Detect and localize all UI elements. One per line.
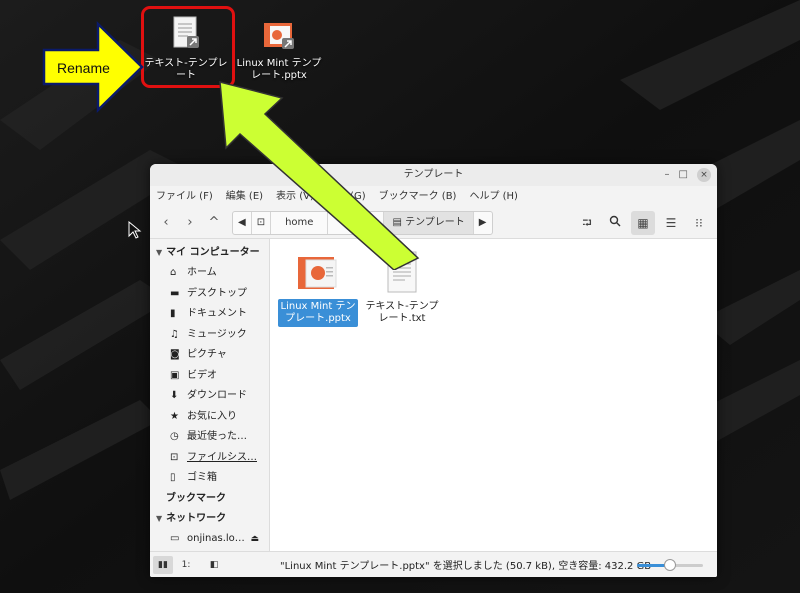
clock-icon: ◷ [170, 431, 179, 442]
sidebar-item-favorites[interactable]: ★ お気に入り [150, 407, 269, 428]
zoom-slider[interactable] [637, 559, 703, 571]
back-button[interactable]: ‹ [154, 211, 178, 235]
menu-help[interactable]: ヘルプ (H) [469, 186, 518, 208]
sidebar-item-label: ピクチャ [187, 349, 227, 360]
sidebar-item-downloads[interactable]: ⬇ ダウンロード [150, 386, 269, 407]
presentation-link-icon [264, 23, 294, 49]
status-text: "Linux Mint テンプレート.pptx" を選択しました (50.7 k… [280, 561, 652, 572]
sidebar-item-label: お気に入り [187, 410, 237, 422]
sidebar-item-filesystem[interactable]: ⊡ ファイルシス… [150, 448, 269, 469]
sidebar-item-music[interactable]: ♫ ミュージック [150, 325, 269, 346]
status-bar: ▮▮ 1: ◧ "Linux Mint テンプレート.pptx" を選択しました… [150, 551, 717, 577]
green-pointer-arrow [219, 81, 420, 270]
sidebar-header-label: ネットワーク [166, 512, 227, 524]
sidebar-item-pictures[interactable]: ◙ ピクチャ [150, 345, 269, 366]
file-name: テキスト-テンプレート.txt [365, 301, 439, 324]
breadcrumb-next-button[interactable]: ▶ [474, 212, 492, 234]
sidebar-item-trash[interactable]: ▯ ゴミ箱 [150, 468, 269, 489]
search-button[interactable] [603, 211, 627, 235]
sidebar-item-label: ファイルシス… [187, 451, 257, 463]
file-name: Linux Mint テンプレート.pptx [278, 299, 358, 327]
eject-icon[interactable]: ⏏ [250, 529, 259, 550]
sidebar-header-label: ブックマーク [166, 492, 226, 504]
close-button[interactable]: × [697, 168, 711, 182]
search-icon [609, 215, 621, 227]
show-tree-button[interactable]: 1: [176, 556, 196, 574]
icon-view-button[interactable]: ▦ [631, 211, 655, 235]
sidebar-item-label: ミュージック [187, 328, 247, 340]
forward-button[interactable]: › [178, 211, 202, 235]
menu-file[interactable]: ファイル (F) [156, 186, 213, 208]
sidebar-item-label: 最近使った… [187, 431, 247, 442]
download-icon: ⬇ [170, 390, 179, 401]
open-terminal-button[interactable]: ⮒ [575, 211, 599, 235]
toggle-sidebar-button[interactable]: ◧ [204, 556, 224, 574]
mouse-cursor [128, 221, 142, 239]
sidebar-item-desktop[interactable]: ▬ デスクトップ [150, 284, 269, 305]
sidebar-item-label: デスクトップ [187, 287, 247, 299]
sidebar-section-network[interactable]: ▼ ネットワーク [150, 509, 269, 529]
drive-icon: ⊡ [170, 451, 179, 463]
file-view[interactable]: Linux Mint テンプレート.pptx テキスト-テンプレート.txt [270, 239, 717, 551]
desktop-icon: ▬ [170, 287, 180, 299]
camera-icon: ◙ [170, 349, 180, 360]
show-places-button[interactable]: ▮▮ [153, 555, 173, 574]
sidebar-item-label: ゴミ箱 [187, 472, 217, 483]
maximize-button[interactable]: □ [679, 164, 688, 186]
trash-icon: ▯ [170, 472, 176, 483]
sidebar-item-label: ダウンロード [187, 390, 247, 401]
sidebar-item-network-share[interactable]: ▭ onjinas.lo… ⏏ [150, 529, 269, 550]
compact-view-button[interactable]: ⁝⁝ [687, 211, 711, 235]
sidebar-item-videos[interactable]: ▣ ビデオ [150, 366, 269, 387]
sidebar-section-bookmarks[interactable]: ブックマーク [150, 489, 269, 509]
zoom-slider-knob[interactable] [664, 559, 676, 571]
star-icon: ★ [170, 410, 179, 422]
document-icon: ▮ [170, 308, 176, 319]
music-icon: ♫ [170, 328, 179, 340]
rename-callout-label: Rename [57, 60, 110, 76]
sidebar-item-label: ビデオ [187, 369, 217, 381]
network-folder-icon: ▭ [170, 532, 180, 544]
film-icon: ▣ [170, 369, 180, 381]
home-icon: ⌂ [170, 267, 177, 278]
list-view-button[interactable]: ☰ [659, 211, 683, 235]
sidebar-item-label: ドキュメント [187, 308, 247, 319]
sidebar-item-label: onjinas.lo… [187, 532, 245, 544]
minimize-button[interactable]: – [665, 164, 670, 186]
sidebar-item-documents[interactable]: ▮ ドキュメント [150, 304, 269, 325]
sidebar: ▼ マイ コンピューター ⌂ ホーム ▬ デスクトップ ▮ ドキュメント ♫ ミュージック… [150, 239, 270, 552]
sidebar-item-recent[interactable]: ◷ 最近使った… [150, 427, 269, 448]
